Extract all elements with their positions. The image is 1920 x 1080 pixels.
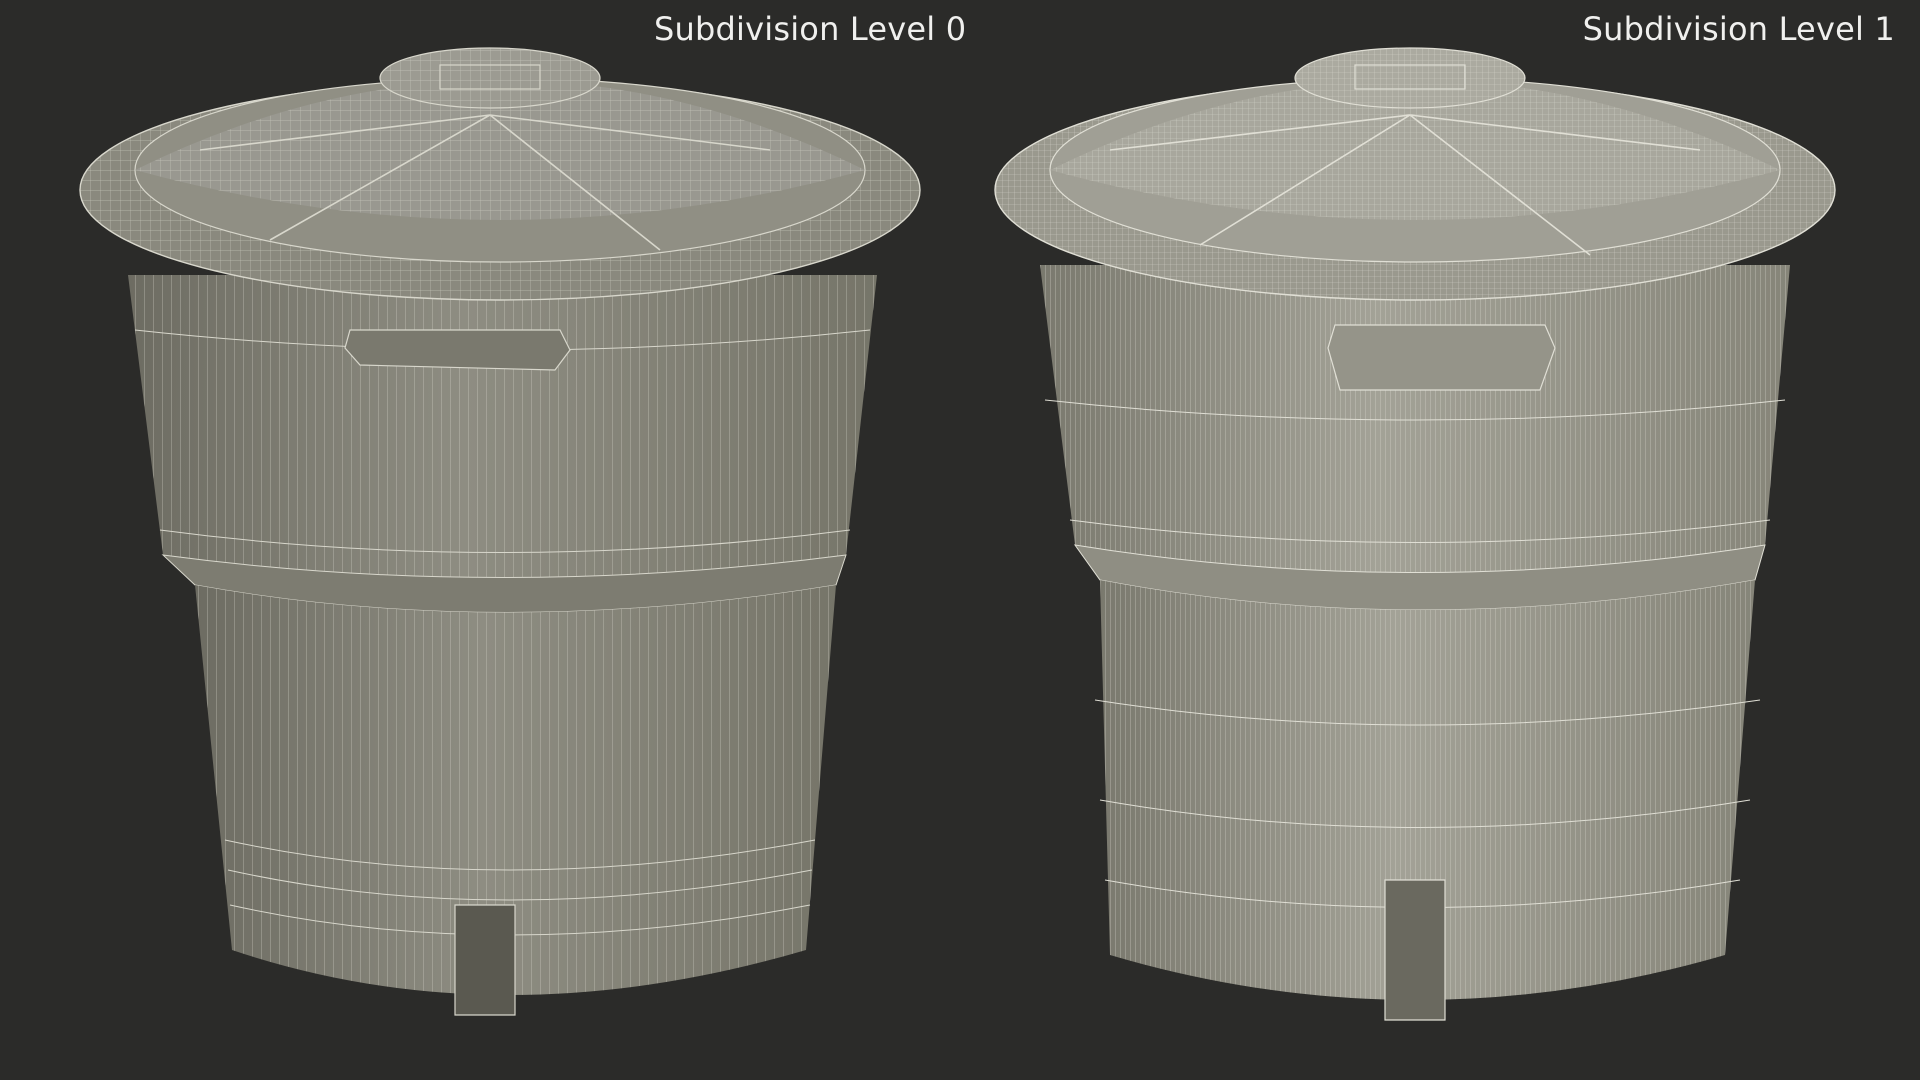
subdivision-level-label: Subdivision Level 1 (1582, 10, 1895, 48)
view-subdivision-0: Subdivision Level 0 (0, 0, 966, 1080)
render-viewport: Subdivision Level 0 Subdivision Level 1 (0, 0, 1920, 1080)
view-subdivision-1: Subdivision Level 1 (960, 0, 1920, 1080)
tank-wireframe-right (994, 47, 1836, 1021)
tank-wireframe-left (79, 47, 921, 1016)
subdivision-level-label: Subdivision Level 0 (654, 10, 967, 48)
